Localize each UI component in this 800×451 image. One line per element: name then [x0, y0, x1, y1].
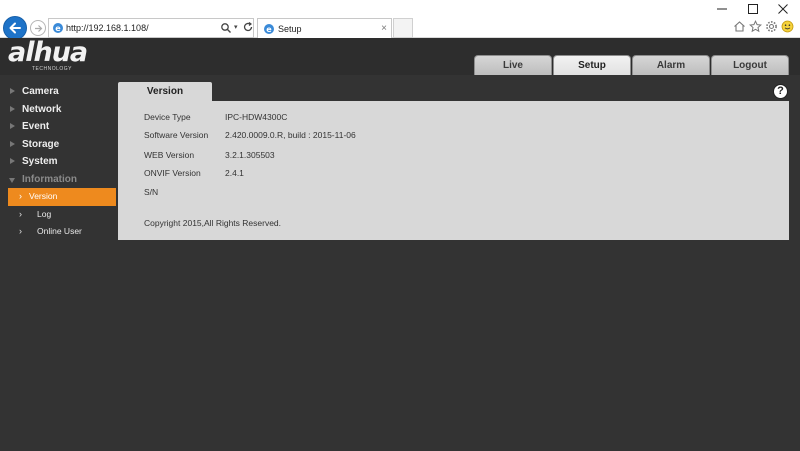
sidebar-item-label: Network — [22, 103, 62, 115]
svg-text:e: e — [266, 25, 272, 34]
sidebar-item-camera[interactable]: Camera — [0, 83, 117, 101]
sidebar-item-label: Camera — [22, 86, 59, 97]
info-value: 2.4.1 — [225, 168, 244, 178]
tab-close-icon[interactable]: × — [381, 23, 387, 34]
forward-arrow-icon — [34, 24, 42, 32]
svg-text:e: e — [55, 24, 61, 33]
address-input[interactable] — [66, 20, 206, 36]
help-icon[interactable]: ? — [773, 84, 788, 99]
expand-arrow-icon — [10, 88, 15, 94]
info-label: S/N — [144, 187, 159, 197]
expand-arrow-icon — [10, 140, 15, 147]
browser-tab-title: Setup — [278, 24, 302, 34]
sidebar-subitem-label: Log — [37, 208, 52, 219]
back-arrow-icon — [9, 22, 21, 34]
sidebar-item-network[interactable]: Network — [0, 101, 117, 119]
chevron-right-icon: › — [19, 191, 22, 201]
info-label: WEB Version — [144, 150, 195, 160]
forward-button[interactable] — [30, 20, 46, 36]
maximize-icon[interactable] — [747, 3, 759, 15]
browser-tab-setup[interactable]: e Setup × — [257, 18, 392, 39]
sidebar-item-system[interactable]: System — [0, 153, 117, 171]
sidebar-item-information[interactable]: Information — [0, 171, 117, 189]
expand-arrow-icon — [10, 123, 15, 129]
sidebar: Camera Network Event Storage System Info… — [0, 83, 117, 241]
info-value: 3.2.1.305503 — [225, 150, 275, 160]
sidebar-item-label: Information — [22, 173, 77, 185]
nav-tab-live[interactable]: Live — [474, 55, 552, 75]
info-value: IPC-HDW4300C — [225, 112, 288, 122]
panel-tab-version[interactable]: Version — [118, 82, 212, 101]
sidebar-subitem-online-user[interactable]: › Online User — [8, 223, 116, 241]
chevron-right-icon: › — [19, 226, 22, 236]
nav-tab-logout[interactable]: Logout — [711, 55, 789, 75]
sidebar-item-label: Storage — [22, 138, 60, 150]
address-dropdown-icon[interactable]: ▾ — [234, 23, 238, 31]
ie-page-icon: e — [264, 24, 274, 34]
dahua-logo: alhua TECHNOLOGY — [8, 37, 108, 74]
close-icon[interactable] — [777, 3, 789, 15]
sidebar-item-storage[interactable]: Storage — [0, 136, 117, 154]
new-tab-button[interactable] — [393, 18, 413, 38]
logo-wordmark: alhua — [8, 37, 88, 68]
nav-tab-alarm[interactable]: Alarm — [632, 55, 710, 75]
info-value: 2.420.0009.0.R, build : 2015-11-06 — [225, 130, 356, 140]
expand-arrow-icon — [10, 105, 15, 112]
address-bar[interactable]: e ▾ — [48, 18, 254, 38]
star-icon[interactable] — [749, 20, 762, 33]
sidebar-subitem-label: Version — [29, 191, 58, 201]
logo-subtitle: TECHNOLOGY — [32, 66, 73, 72]
sidebar-subitem-label: Online User — [37, 226, 82, 236]
sidebar-item-label: System — [22, 156, 58, 167]
gear-icon[interactable] — [765, 20, 778, 33]
search-icon[interactable] — [220, 22, 232, 34]
sidebar-subitem-version[interactable]: › Version — [8, 188, 116, 206]
sidebar-item-event[interactable]: Event — [0, 118, 117, 136]
version-panel: Device Type IPC-HDW4300C Software Versio… — [118, 101, 789, 240]
chevron-right-icon: › — [19, 208, 22, 219]
minimize-icon[interactable] — [716, 3, 728, 15]
ie-page-icon: e — [53, 23, 63, 33]
expand-arrow-icon — [10, 158, 15, 164]
info-label: Software Version — [144, 130, 209, 140]
home-icon[interactable] — [733, 20, 746, 33]
copyright-text: Copyright 2015,All Rights Reserved. — [144, 218, 282, 228]
sidebar-item-label: Event — [22, 121, 50, 132]
browser-chrome: e ▾ e Setup × — [0, 0, 800, 40]
refresh-icon[interactable] — [242, 21, 254, 33]
info-label: ONVIF Version — [144, 168, 201, 178]
smiley-icon[interactable] — [781, 20, 794, 33]
collapse-arrow-icon — [9, 177, 15, 183]
nav-tab-setup[interactable]: Setup — [553, 55, 631, 75]
info-label: Device Type — [144, 112, 191, 122]
sidebar-subitem-log[interactable]: › Log — [8, 206, 116, 224]
